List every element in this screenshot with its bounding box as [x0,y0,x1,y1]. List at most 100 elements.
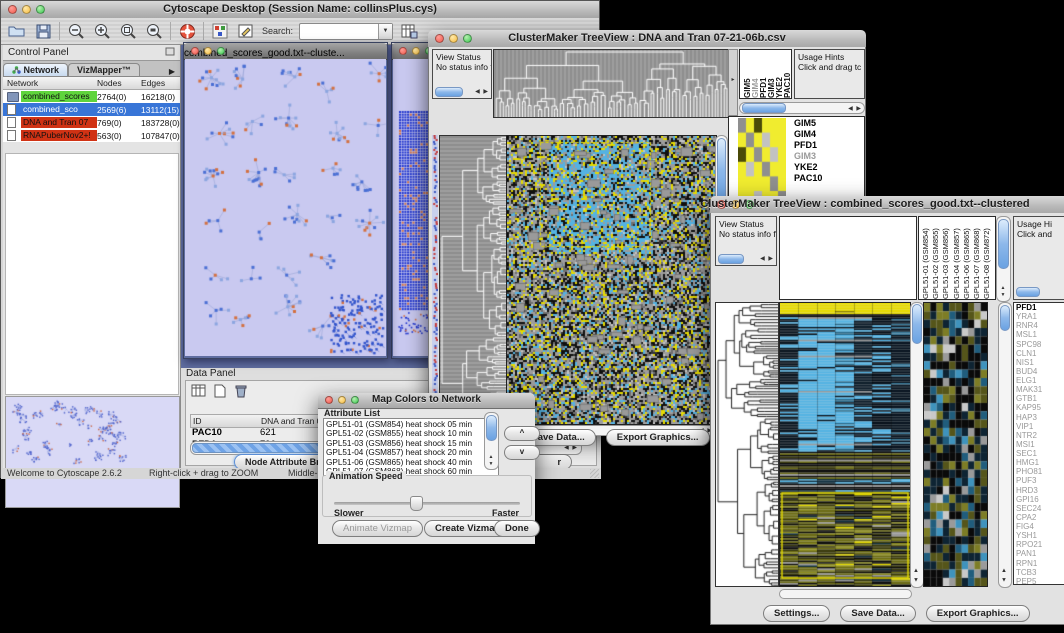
scroll-arrows-icon[interactable]: ◀ ▶ [848,105,862,112]
delete-attribute-icon[interactable] [232,383,249,398]
column-label: GPL51-07 (GSM868) [972,217,982,299]
main-titlebar[interactable]: Cytoscape Desktop (Session Name: collins… [1,1,599,19]
scrollbar-thumb[interactable] [435,87,463,97]
minimize-icon[interactable] [412,47,420,55]
tab-network[interactable]: Network [3,63,68,76]
main-heatmap-canvas[interactable] [506,135,717,425]
close-icon[interactable] [191,47,199,55]
tab-vizmapper[interactable]: VizMapper™ [68,63,140,76]
scroll-arrows-icon[interactable]: ◀ ▶ [475,87,489,97]
float-panel-icon[interactable] [165,47,175,59]
scrollbar-thumb[interactable] [998,219,1009,269]
gene-label: RNR4 [1016,321,1064,330]
minimize-icon[interactable] [204,47,212,55]
move-up-button[interactable]: ^ [504,426,540,441]
scrollbar-thumb[interactable] [1016,287,1040,297]
treeview1-titlebar[interactable]: ClusterMaker TreeView : DNA and Tran 07-… [428,30,866,48]
network1-canvas[interactable] [185,59,386,356]
zoom-vscrollbar[interactable]: ▲ ▼ [998,302,1012,588]
column-dendrogram-empty[interactable] [779,216,917,300]
data-table-icon[interactable] [399,21,419,41]
attribute-list[interactable]: GPL51-01 (GSM854) heat shock 05 minGPL51… [323,418,499,476]
attribute-list-item[interactable]: GPL51-03 (GSM856) heat shock 15 min [326,439,496,448]
network-table-row[interactable]: combined_scores2764(0)16218(0) [3,90,180,103]
resize-grip[interactable] [590,469,599,478]
done-button[interactable]: Done [494,520,540,537]
speed-slider-thumb[interactable] [410,496,423,511]
zoom-fit-icon[interactable] [144,21,164,41]
network-table-row[interactable]: combined_sco2569(6)13112(15) [3,103,180,116]
open-folder-icon[interactable] [7,21,27,41]
vizmapper-icon[interactable] [210,21,230,41]
main-heatmap-canvas[interactable] [779,302,911,587]
gene-label: SEC1 [1016,449,1064,458]
network-name-cell: combined_sco [21,104,97,115]
row-dendrogram-canvas[interactable] [439,135,507,431]
attribute-list-item[interactable]: GPL51-02 (GSM855) heat shock 10 min [326,429,496,438]
move-down-button[interactable]: v [504,445,540,460]
treeview2-body: View StatusNo status info f ◀ ▶ GPL51-01… [710,213,1064,625]
column-label: GPL51-01 (GSM854) [921,217,931,299]
column-labels-scrollbar[interactable]: ▲▼ [996,216,1011,302]
speed-slider-track[interactable] [334,502,520,505]
gene-label: YSH1 [1016,531,1064,540]
dialog-titlebar[interactable]: Map Colors to Network [318,393,535,409]
scroll-arrows-icon[interactable]: ▲ ▼ [913,568,919,585]
scrollbar-thumb[interactable] [486,415,497,441]
save-icon[interactable] [33,21,53,41]
zoom-in-icon[interactable] [92,21,112,41]
network-table-row[interactable]: DNA and Tran 07769(0)183728(0) [3,116,180,129]
network-table-row[interactable]: RNAPuberNov2+!563(0)107847(0) [3,129,180,142]
attribute-list-item[interactable]: GPL51-06 (GSM865) heat shock 40 min [326,458,496,467]
help-lifesaver-icon[interactable] [177,21,197,41]
gene-label: KAP95 [1016,403,1064,412]
tab-overflow-icon[interactable]: ▶ [164,67,180,76]
scrollbar-thumb[interactable] [717,138,726,202]
row-dendrogram-canvas[interactable] [715,302,779,587]
zoom-window-icon[interactable] [217,47,225,55]
annotation-icon[interactable] [236,21,256,41]
scroll-arrows-icon[interactable]: ▲▼ [1000,285,1006,299]
scroll-arrows-icon[interactable]: ▲▼ [488,454,494,468]
close-icon[interactable] [399,47,407,55]
treeview2-titlebar[interactable]: ClusterMaker TreeView : combined_scores_… [710,196,1064,214]
heatmap-hscrollbar[interactable] [779,589,912,599]
attribute-list-item[interactable]: GPL51-01 (GSM854) heat shock 05 min [326,420,496,429]
network1-titlebar[interactable]: combined_scores_good.txt--cluste... [184,43,387,60]
network-name-cell: DNA and Tran 07 [21,117,97,128]
treeview2-buttons: Settings... Save Data... Export Graphics..… [763,605,1030,622]
heatmap-vscrollbar[interactable]: ▲ ▼ [910,302,924,588]
gene-label: RPO21 [1016,540,1064,549]
gene-label: FIG4 [1016,522,1064,531]
scroll-arrows-icon[interactable]: ◀ ▶ [760,254,774,264]
scroll-arrows-icon[interactable]: ▲ ▼ [1001,568,1007,585]
scrollbar-thumb[interactable] [912,304,922,344]
view-status-box: View StatusNo status info f ◀ ▶ [715,216,777,266]
zoom-out-icon[interactable] [66,21,86,41]
attribute-select-icon[interactable] [190,383,207,398]
attribute-list-scrollbar[interactable]: ▲▼ [484,412,499,470]
search-dropdown-icon[interactable]: ▼ [378,24,392,39]
treeview2-button-export-graphics-[interactable]: Export Graphics... [926,605,1030,622]
zoom-hscrollbar[interactable]: ◀ ▶ [739,102,865,114]
splitter-arrow-icon[interactable]: ▸ [728,49,738,116]
treeview2-button-save-data-[interactable]: Save Data... [840,605,915,622]
column-dendrogram-canvas[interactable] [493,49,729,118]
network-table-rows: combined_scores2764(0)16218(0)combined_s… [3,90,180,142]
treeview2-button-settings-[interactable]: Settings... [763,605,830,622]
search-input[interactable]: ▼ [299,23,393,40]
scrollbar-thumb[interactable] [742,103,786,113]
network-edges-cell: 183728(0) [141,118,180,128]
main-window-title: Cytoscape Desktop (Session Name: collins… [1,3,599,15]
network-overview-canvas[interactable] [5,396,180,508]
animate-vizmap-button[interactable]: Animate Vizmap [332,520,423,537]
scrollbar-thumb[interactable] [718,254,744,264]
attribute-list-item[interactable]: GPL51-04 (GSM857) heat shock 20 min [326,448,496,457]
zoom-selected-icon[interactable] [118,21,138,41]
scrollbar-thumb[interactable] [1000,305,1010,331]
zoom-heatmap-canvas[interactable] [923,302,988,587]
treeview1-button-export-graphics-[interactable]: Export Graphics... [606,429,710,446]
document-icon [7,117,16,128]
new-attribute-icon[interactable] [211,383,228,398]
zoom-matrix-canvas[interactable] [738,118,786,206]
